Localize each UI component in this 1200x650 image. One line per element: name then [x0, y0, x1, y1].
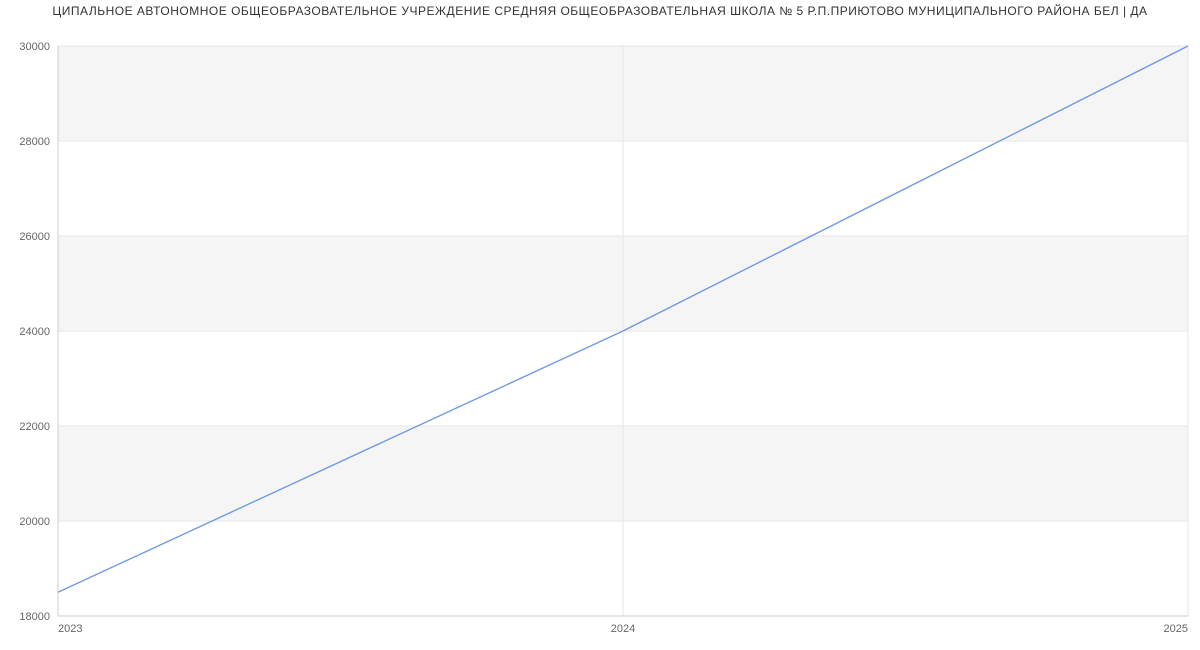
x-tick-label: 2023: [58, 623, 82, 635]
y-tick-label: 24000: [19, 326, 50, 338]
y-tick-label: 26000: [19, 231, 50, 243]
chart-title: ЦИПАЛЬНОЕ АВТОНОМНОЕ ОБЩЕОБРАЗОВАТЕЛЬНОЕ…: [0, 0, 1200, 24]
x-tick-label: 2024: [611, 623, 635, 635]
y-tick-label: 20000: [19, 516, 50, 528]
x-tick-label: 2025: [1164, 623, 1188, 635]
y-tick-label: 18000: [19, 611, 50, 623]
chart-container: 18000 20000 22000 24000 26000 28000 30000 2023 2…: [0, 24, 1200, 644]
y-tick-label: 22000: [19, 421, 50, 433]
line-chart: 18000 20000 22000 24000 26000 28000 30000 2023 2…: [0, 24, 1200, 644]
y-tick-label: 30000: [19, 41, 50, 53]
y-tick-label: 28000: [19, 136, 50, 148]
